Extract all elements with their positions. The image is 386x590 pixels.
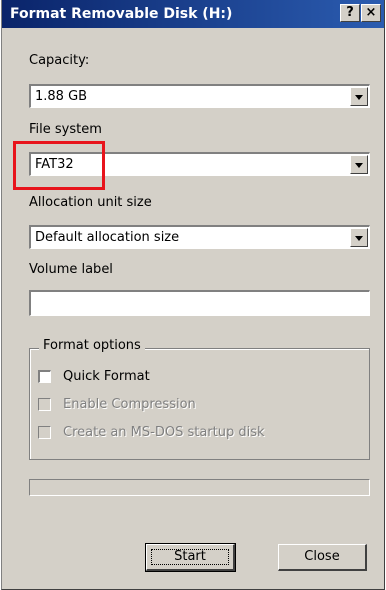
- close-window-button[interactable]: ×: [361, 4, 381, 22]
- close-button[interactable]: Close: [278, 544, 367, 571]
- enable-compression-label: Enable Compression: [63, 397, 196, 412]
- quick-format-label[interactable]: Quick Format: [63, 369, 150, 384]
- capacity-select[interactable]: 1.88 GB: [29, 84, 370, 108]
- chevron-down-icon[interactable]: [350, 228, 368, 247]
- start-button[interactable]: Start: [145, 543, 236, 572]
- capacity-label: Capacity:: [29, 53, 90, 68]
- quick-format-checkbox[interactable]: [38, 370, 51, 383]
- focus-rect: [151, 549, 229, 565]
- chevron-down-icon[interactable]: [350, 87, 368, 106]
- capacity-value: 1.88 GB: [35, 89, 88, 104]
- allocation-unit-label: Allocation unit size: [29, 195, 152, 210]
- close-button-label: Close: [304, 549, 340, 564]
- file-system-label: File system: [29, 122, 102, 137]
- chevron-down-icon[interactable]: [350, 155, 368, 174]
- volume-label-input[interactable]: [29, 290, 370, 316]
- help-button[interactable]: ?: [340, 4, 360, 22]
- msdos-startup-checkbox: [38, 426, 51, 439]
- allocation-unit-value: Default allocation size: [35, 230, 180, 245]
- volume-label-label: Volume label: [29, 262, 113, 277]
- format-options-title: Format options: [39, 338, 145, 353]
- window-title: Format Removable Disk (H:): [10, 6, 233, 22]
- title-bar[interactable]: Format Removable Disk (H:) ? ×: [2, 0, 384, 28]
- msdos-startup-label: Create an MS-DOS startup disk: [63, 425, 265, 440]
- annotation-highlight-box: [13, 141, 105, 190]
- enable-compression-checkbox: [38, 398, 51, 411]
- allocation-unit-select[interactable]: Default allocation size: [29, 225, 370, 249]
- format-progress-bar: [29, 479, 370, 496]
